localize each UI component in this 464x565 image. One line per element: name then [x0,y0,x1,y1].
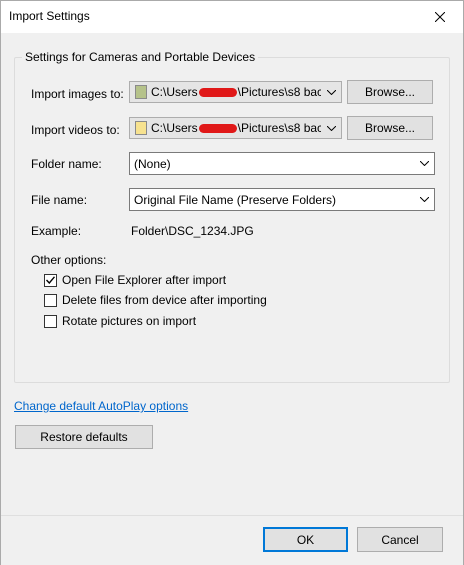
open-explorer-option[interactable]: Open File Explorer after import [44,273,226,287]
checkbox[interactable] [44,293,57,307]
change-autoplay-link[interactable]: Change default AutoPlay options [14,399,188,413]
file-name-label: File name: [31,193,88,207]
delete-files-option[interactable]: Delete files from device after importing [44,293,267,307]
settings-group: Settings for Cameras and Portable Device… [14,50,450,383]
file-name-value: Original File Name (Preserve Folders) [134,192,337,207]
checkbox-label: Rotate pictures on import [62,314,197,328]
redaction-mark [198,124,237,134]
example-value: Folder\DSC_1234.JPG [131,224,254,238]
chevron-down-icon [414,189,434,210]
checkmark-icon [46,276,55,284]
chevron-down-icon [321,82,341,102]
folder-icon [135,121,147,135]
file-name-select[interactable]: Original File Name (Preserve Folders) [129,188,435,211]
import-videos-label: Import videos to: [31,123,120,137]
checkbox-label: Open File Explorer after import [62,273,227,287]
folder-name-select[interactable]: (None) [129,152,435,175]
title-bar: Import Settings [1,1,463,33]
import-images-path-combo[interactable]: C:\Users \Pictures\s8 bac [129,81,342,103]
import-videos-path: C:\Users \Pictures\s8 bac [151,121,321,135]
redaction-mark [198,88,237,98]
example-label: Example: [31,224,82,238]
restore-defaults-button[interactable]: Restore defaults [15,425,153,449]
close-button[interactable] [417,1,463,33]
browse-videos-button[interactable]: Browse... [347,116,433,140]
import-images-label: Import images to: [31,87,124,101]
checkbox-label: Delete files from device after importing [62,293,267,307]
checkbox[interactable] [44,314,57,328]
dialog-body: Settings for Cameras and Portable Device… [1,33,463,515]
cancel-button[interactable]: Cancel [357,527,443,552]
import-images-path: C:\Users \Pictures\s8 bac [151,85,321,99]
rotate-pictures-option[interactable]: Rotate pictures on import [44,314,196,328]
import-settings-dialog: Import Settings Settings for Cameras and… [0,0,464,565]
folder-icon [135,85,147,99]
window-title: Import Settings [9,9,90,23]
chevron-down-icon [414,153,434,174]
import-videos-path-combo[interactable]: C:\Users \Pictures\s8 bac [129,117,342,139]
checkbox[interactable] [44,273,57,287]
other-options-label: Other options: [31,253,107,267]
dialog-footer: OK Cancel [1,515,463,565]
group-legend: Settings for Cameras and Portable Device… [22,50,259,64]
browse-images-button[interactable]: Browse... [347,80,433,104]
ok-button[interactable]: OK [263,527,348,552]
chevron-down-icon [321,118,341,138]
folder-name-label: Folder name: [31,157,102,171]
folder-name-value: (None) [134,156,171,171]
close-icon [435,12,445,22]
